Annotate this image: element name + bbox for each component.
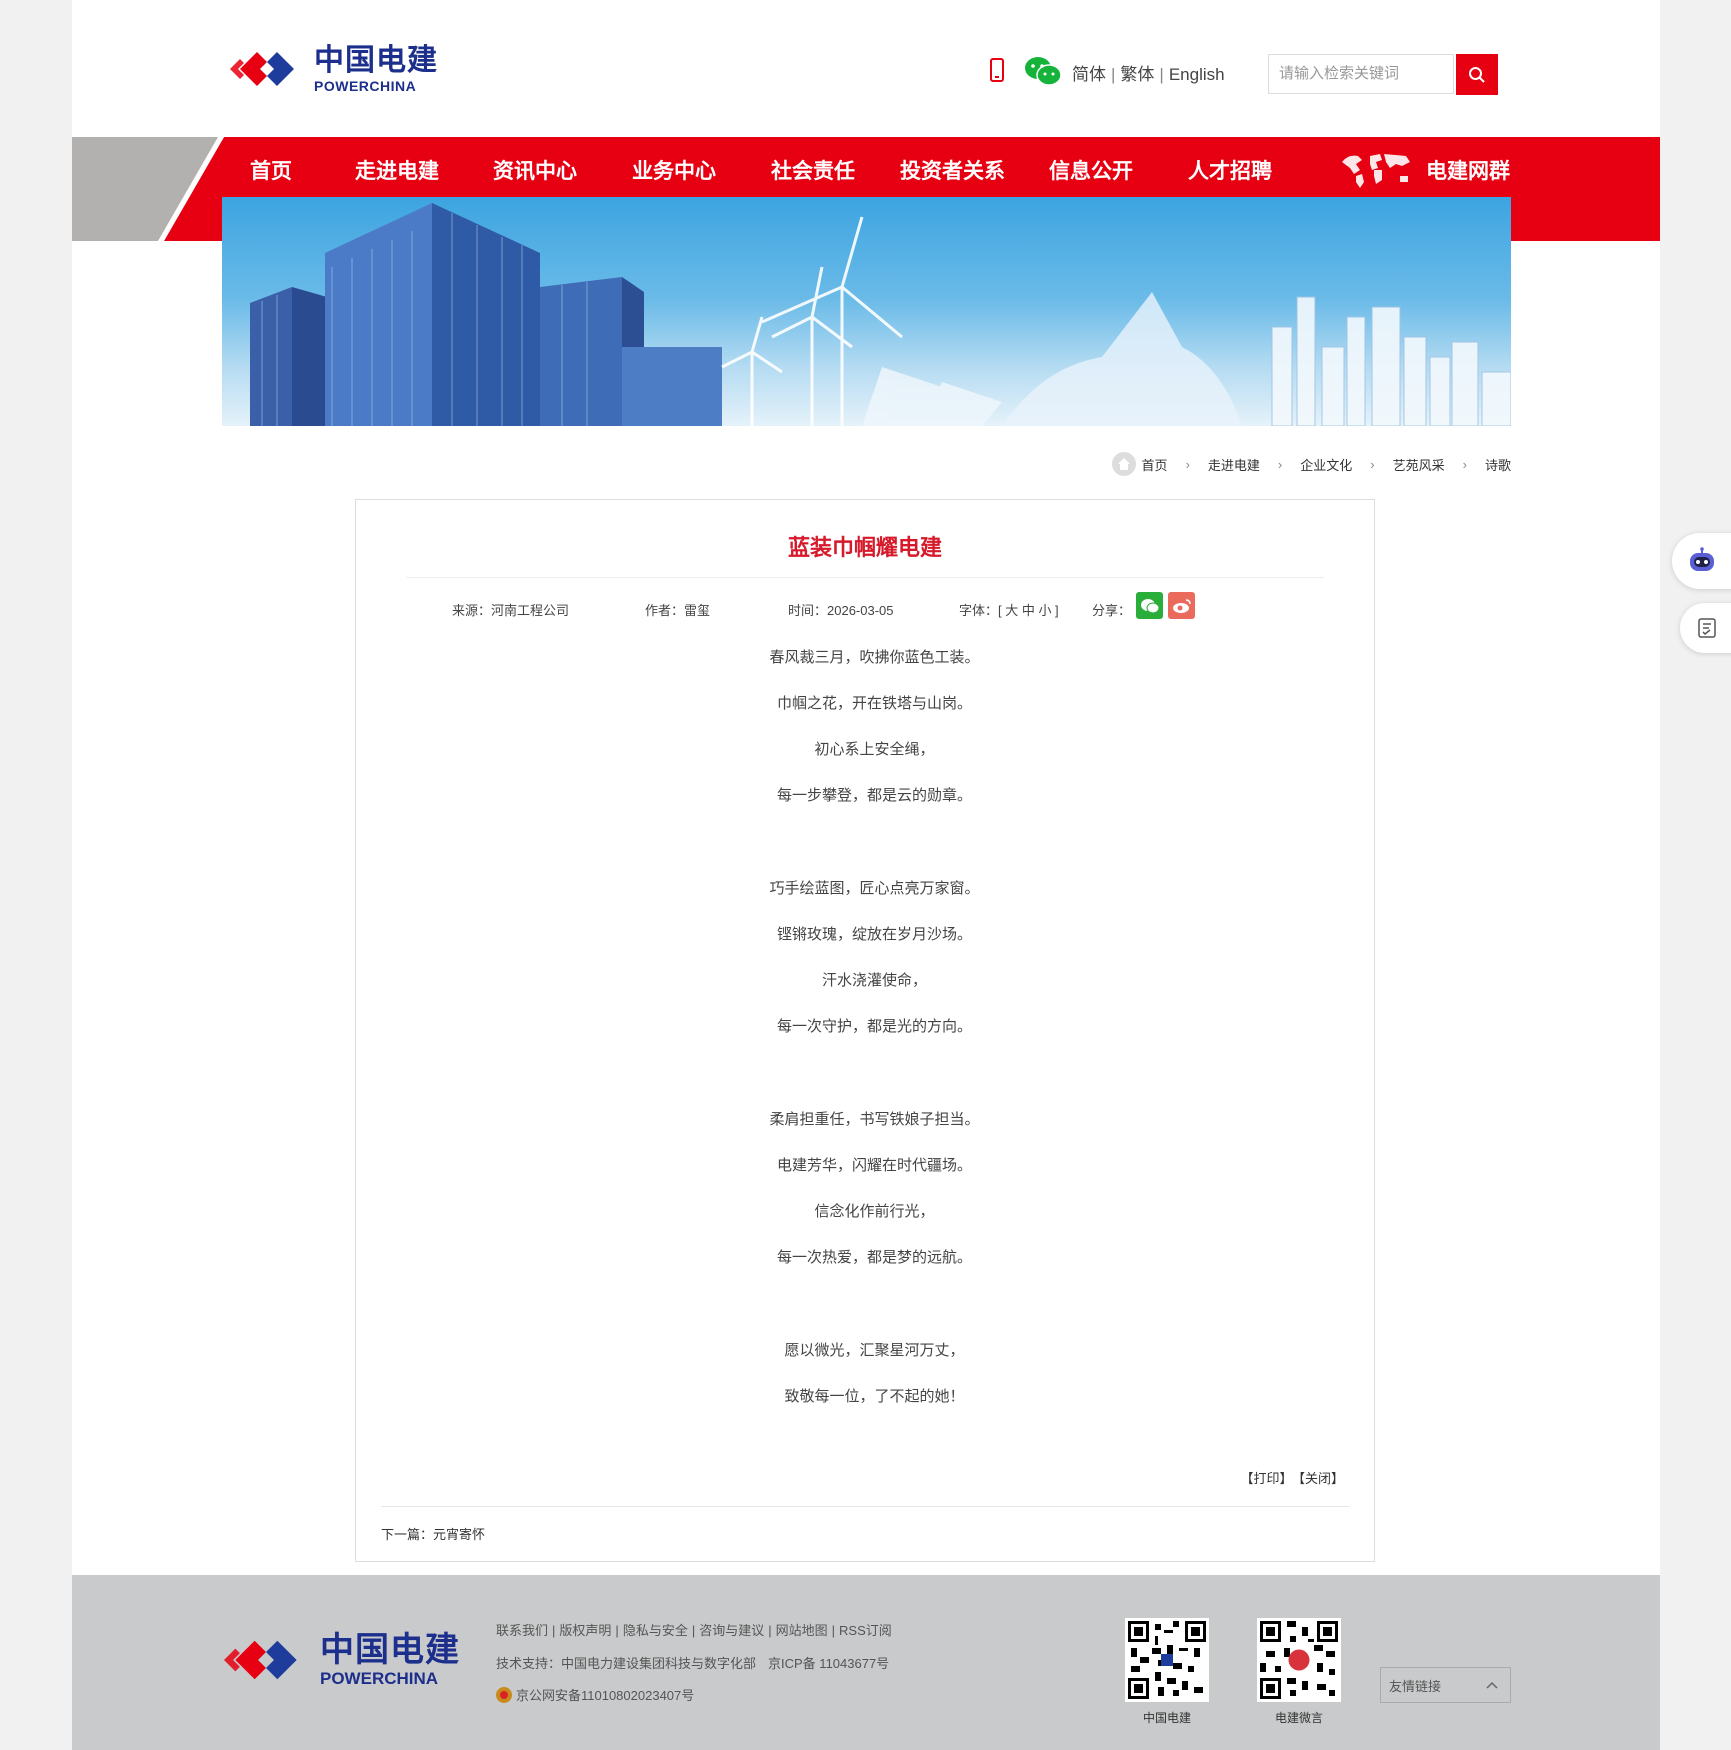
nav-group-label: 电建网群: [1426, 160, 1510, 183]
nav-item-sites-group[interactable]: 电建网群: [1340, 150, 1510, 190]
nav-item-responsibility[interactable]: 社会责任: [771, 155, 855, 185]
footer-logo-cn: 中国电建: [320, 1631, 460, 1669]
divider: [406, 577, 1324, 578]
breadcrumb-poetry[interactable]: 诗歌: [1485, 455, 1511, 474]
share-wechat-icon[interactable]: [1136, 592, 1163, 619]
footer-link-sitemap[interactable]: 网站地图: [776, 1623, 828, 1638]
police-badge-icon: [496, 1686, 512, 1703]
powerchina-logo-icon: [224, 1640, 297, 1680]
article-title: 蓝装巾帼耀电建: [787, 535, 942, 560]
article-panel: 蓝装巾帼耀电建 来源：河南工程公司 作者：雷玺 时间：2026-03-05 字体…: [355, 499, 1375, 1562]
lang-traditional[interactable]: 繁体: [1120, 65, 1154, 84]
poem-line: 电建芳华，闪耀在时代疆场。: [776, 1157, 972, 1174]
nav-item-investors[interactable]: 投资者关系: [900, 155, 1005, 185]
search-button[interactable]: [1456, 54, 1498, 95]
site-logo[interactable]: 中国电建 POWERCHINA: [230, 40, 438, 98]
breadcrumb: 首页 › 走进电建 › 企业文化 › 艺苑风采 › 诗歌: [1111, 452, 1511, 476]
friend-links-label: 友情链接: [1389, 1678, 1442, 1694]
footer-logo[interactable]: 中国电建 POWERCHINA: [224, 1627, 460, 1693]
breadcrumb-culture[interactable]: 企业文化: [1300, 455, 1352, 474]
chevron-right-icon: ›: [1462, 456, 1467, 472]
nav-item-news[interactable]: 资讯中心: [493, 155, 577, 185]
logo-text-cn: 中国电建: [314, 43, 438, 77]
icp-link[interactable]: 京ICP备 11043677号: [768, 1656, 889, 1671]
print-button[interactable]: 【打印】: [1240, 1471, 1292, 1486]
search-input[interactable]: [1269, 55, 1459, 91]
footer-tech-support: 技术支持：中国电力建设集团科技与数字化部 京ICP备 11043677号: [496, 1653, 889, 1672]
poem-line: 柔肩担重任，书写铁娘子担当。: [769, 1111, 980, 1128]
qr-label-weiyan: 电建微言: [1274, 1711, 1323, 1725]
poem-line: 春风裁三月，吹拂你蓝色工装。: [769, 649, 980, 666]
article-author: 作者：雷玺: [645, 603, 711, 618]
breadcrumb-arts[interactable]: 艺苑风采: [1393, 455, 1445, 474]
page: 中国电建 POWERCHINA 简体|繁体|English 首页 走进电建 资讯…: [72, 0, 1660, 1750]
document-edit-icon: [1698, 618, 1716, 638]
footer-link-feedback[interactable]: 咨询与建议: [699, 1623, 764, 1638]
robot-icon: [1690, 547, 1714, 571]
poem-line: 初心系上安全绳，: [814, 741, 935, 758]
nav-item-business[interactable]: 业务中心: [632, 155, 716, 185]
poem-line: 信念化作前行光，: [814, 1203, 935, 1220]
font-size-switcher[interactable]: 字体：[ 大 中 小 ]: [959, 600, 1059, 619]
nav-item-careers[interactable]: 人才招聘: [1188, 155, 1272, 185]
wechat-icon[interactable]: [1024, 56, 1062, 91]
poem-line: 铿锵玫瑰，绽放在岁月沙场。: [776, 926, 972, 943]
world-map-icon: [1342, 154, 1410, 188]
article-source: 来源：河南工程公司: [452, 603, 570, 618]
article-actions: 【打印】 【关闭】: [1234, 1468, 1344, 1487]
footer-link-privacy[interactable]: 隐私与安全: [623, 1623, 688, 1638]
poem-line: 汗水浇灌使命，: [821, 972, 927, 989]
footer-links: 联系我们 | 版权声明 | 隐私与安全 | 咨询与建议 | 网站地图 | RSS订阅: [496, 1623, 892, 1638]
footer-link-rss[interactable]: RSS订阅: [839, 1623, 892, 1638]
lang-english[interactable]: English: [1169, 65, 1225, 84]
share-label: 分享：: [1092, 603, 1132, 618]
poem-line: 致敬每一位，了不起的她！: [784, 1388, 965, 1405]
close-button[interactable]: 【关闭】: [1298, 1471, 1344, 1486]
chevron-right-icon: ›: [1370, 456, 1375, 472]
nav-item-disclosure[interactable]: 信息公开: [1049, 155, 1133, 185]
logo-text-en: POWERCHINA: [314, 77, 417, 94]
nav-item-about[interactable]: 走进电建: [355, 155, 439, 185]
lang-simplified[interactable]: 简体: [1072, 65, 1106, 84]
breadcrumb-about[interactable]: 走进电建: [1208, 455, 1260, 474]
poem-line: 巾帼之花，开在铁塔与山岗。: [776, 695, 972, 712]
footer-link-copyright[interactable]: 版权声明: [559, 1623, 611, 1638]
nav-item-home[interactable]: 首页: [250, 155, 292, 185]
poem-line: 愿以微光，汇聚星河万丈，: [784, 1342, 965, 1359]
feedback-button[interactable]: [1680, 603, 1731, 653]
share-weibo-icon[interactable]: [1168, 592, 1195, 619]
ai-assistant-button[interactable]: [1672, 533, 1731, 589]
hero-banner: [222, 197, 1511, 426]
chevron-up-icon: [1486, 1681, 1498, 1689]
next-article-link[interactable]: 下一篇：元宵寄怀: [381, 1524, 485, 1543]
poem-line: 巧手绘蓝图，匠心点亮万家窗。: [769, 880, 980, 897]
footer-logo-en: POWERCHINA: [320, 1669, 439, 1688]
police-record-text: 京公网安备11010802023407号: [516, 1688, 695, 1703]
poem-line: 每一次热爱，都是梦的远航。: [776, 1249, 972, 1266]
chevron-right-icon: ›: [1277, 456, 1283, 472]
article-date: 时间：2026-03-05: [788, 603, 894, 618]
home-icon[interactable]: [1111, 452, 1136, 476]
language-switcher: 简体 | 繁体 | English: [1072, 65, 1225, 84]
qr-label-powerchina: 中国电建: [1142, 1711, 1191, 1725]
poem-line: 每一次守护，都是光的方向。: [776, 1018, 972, 1035]
qr-code-weiyan: [1257, 1618, 1341, 1702]
divider: [381, 1506, 1349, 1507]
footer: 中国电建 POWERCHINA 联系我们 | 版权声明 | 隐私与安全 | 咨询与建议 | 网站…: [72, 1575, 1660, 1750]
search-box: [1268, 54, 1459, 94]
tech-support-text: 技术支持：中国电力建设集团科技与数字化部: [496, 1656, 757, 1671]
poem-line: 每一步攀登，都是云的勋章。: [776, 787, 972, 804]
qr-code-powerchina: [1125, 1618, 1209, 1702]
powerchina-logo-icon: [230, 52, 294, 86]
chevron-right-icon: ›: [1185, 456, 1190, 472]
mobile-icon[interactable]: [990, 58, 1004, 82]
banner-cityscape-image: [250, 203, 1511, 426]
search-icon: [1469, 66, 1485, 83]
breadcrumb-home[interactable]: 首页: [1142, 455, 1168, 474]
footer-police-record[interactable]: 京公网安备11010802023407号: [496, 1685, 694, 1704]
friend-links-select[interactable]: 友情链接: [1380, 1667, 1511, 1703]
footer-link-contact[interactable]: 联系我们: [496, 1623, 548, 1638]
